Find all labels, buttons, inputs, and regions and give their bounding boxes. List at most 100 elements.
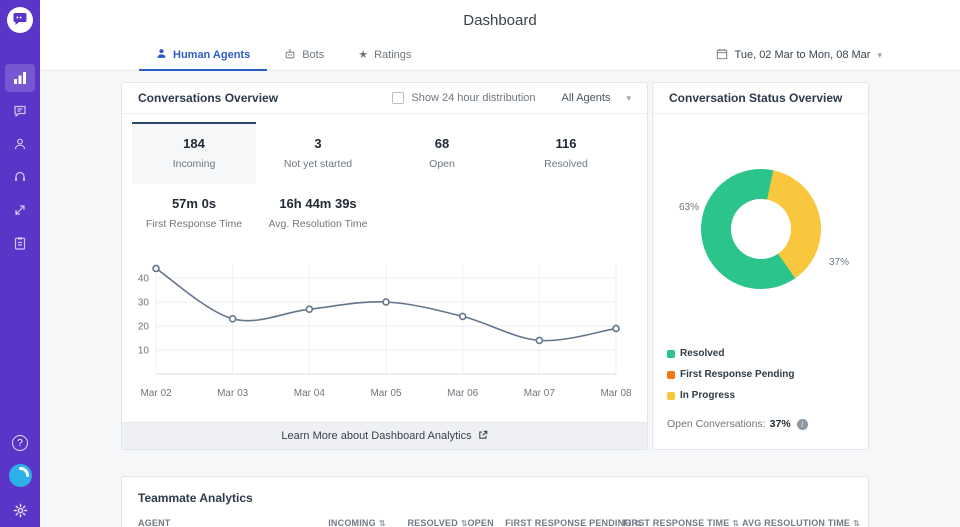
svg-text:Mar 07: Mar 07 [524,388,556,399]
info-glyph: i [801,420,803,429]
legend-item-resolved: Resolved [667,348,724,359]
column-label: RESOLVED [407,518,457,527]
column-first-response-pending[interactable]: FIRST RESPONSE PENDING ⇅ [505,518,623,527]
main-area: Dashboard Human Agents Bots ★ Ratings Tu… [40,0,960,527]
legend-label: In Progress [680,390,735,401]
show-24h-checkbox-group[interactable]: Show 24 hour distribution [392,92,535,104]
sidebar-item-analytics[interactable] [0,61,40,94]
stat-not-yet-started[interactable]: 3 Not yet started [256,122,380,184]
chat-bubble-icon [5,97,35,125]
user-avatar[interactable] [9,464,32,490]
open-conversations-label: Open Conversations: [667,418,766,430]
stat-resolved[interactable]: 116 Resolved [504,122,628,184]
tab-ratings[interactable]: ★ Ratings [341,40,428,70]
open-conversations-row: Open Conversations: 37% i [667,418,854,430]
sidebar-nav [0,61,40,259]
sidebar-item-conversations[interactable] [0,94,40,127]
legend-item-in-progress: In Progress [667,390,735,401]
donut-left-pct: 63% [679,202,699,213]
stat-value: 57m 0s [132,196,256,211]
sidebar-item-contacts[interactable] [0,127,40,160]
person-icon [5,130,35,158]
clipboard-icon [5,229,35,257]
column-first-response-time[interactable]: FIRST RESPONSE TIME ⇅ [623,518,742,527]
question-glyph: ? [17,438,23,449]
open-conversations-value: 37% [770,418,791,430]
app-logo[interactable] [7,7,33,33]
tab-bots[interactable]: Bots [267,40,341,70]
svg-text:Mar 08: Mar 08 [600,388,631,399]
date-range-text: Tue, 02 Mar to Mon, 08 Mar [735,49,871,61]
column-open: OPEN [467,518,505,527]
donut-chart-svg [686,154,836,304]
info-icon[interactable]: i [797,419,808,430]
learn-more-link[interactable]: Learn More about Dashboard Analytics [122,422,647,449]
tab-label: Ratings [374,49,411,61]
status-donut-chart: 63% 37% [653,154,868,304]
stat-value: 116 [504,136,628,151]
svg-text:Mar 06: Mar 06 [447,388,479,399]
sidebar-item-reports[interactable] [0,226,40,259]
legend-swatch-first-response-pending [667,371,675,379]
tabs-bar: Human Agents Bots ★ Ratings Tue, 02 Mar … [40,40,960,71]
column-resolved[interactable]: RESOLVED ⇅ [407,518,467,527]
arrows-icon [5,196,35,224]
date-range-picker[interactable]: Tue, 02 Mar to Mon, 08 Mar ▾ [716,40,882,70]
page-title: Dashboard [463,12,536,29]
stat-value: 68 [380,136,504,151]
stat-avg-resolution-time: 16h 44m 39s Avg. Resolution Time [256,196,380,230]
card-title: Conversations Overview [138,91,278,105]
sidebar-item-support[interactable] [0,160,40,193]
conversation-status-header: Conversation Status Overview [653,83,868,114]
sidebar-item-campaigns[interactable] [0,193,40,226]
teammate-table-header: AGENT INCOMING ⇅ RESOLVED ⇅ OPEN FIRST R… [122,518,868,527]
stat-open[interactable]: 68 Open [380,122,504,184]
teammate-analytics-card: Teammate Analytics AGENT INCOMING ⇅ RESO… [121,476,869,527]
svg-text:10: 10 [138,346,150,357]
svg-text:Mar 02: Mar 02 [140,388,172,399]
learn-more-label: Learn More about Dashboard Analytics [281,430,471,442]
column-label: FIRST RESPONSE PENDING [505,518,631,527]
app-sidebar: ? [0,0,40,527]
card-title: Conversation Status Overview [669,91,842,105]
stat-label: Not yet started [256,158,380,170]
svg-text:Mar 05: Mar 05 [370,388,402,399]
tab-human-agents[interactable]: Human Agents [139,40,267,70]
sort-icon[interactable]: ⇅ [853,519,860,527]
calendar-icon [716,48,728,63]
external-link-icon [478,430,488,443]
legend-swatch-resolved [667,350,675,358]
column-label: OPEN [467,518,493,527]
show-24h-checkbox[interactable] [392,92,404,104]
settings-gear-icon[interactable] [13,503,28,521]
time-stats-row: 57m 0s First Response Time 16h 44m 39s A… [122,184,647,230]
column-label: INCOMING [328,518,376,527]
stat-label: Open [380,158,504,170]
dashboard-content: Conversations Overview Show 24 hour dist… [40,71,960,527]
sidebar-bottom: ? [0,435,40,521]
stat-label: Avg. Resolution Time [256,218,380,230]
column-label: AVG RESOLUTION TIME [742,518,850,527]
incoming-line-chart: 10203040Mar 02Mar 03Mar 04Mar 05Mar 06Ma… [126,256,641,407]
tab-label: Bots [302,49,324,61]
help-icon[interactable]: ? [12,435,28,451]
column-avg-resolution-time[interactable]: AVG RESOLUTION TIME ⇅ [742,518,852,527]
stat-value: 184 [132,136,256,151]
column-incoming[interactable]: INCOMING ⇅ [328,518,407,527]
stat-label: Resolved [504,158,628,170]
card-title: Teammate Analytics [122,477,868,505]
show-24h-label: Show 24 hour distribution [411,92,535,104]
sort-icon[interactable]: ⇅ [379,519,386,527]
stat-value: 16h 44m 39s [256,196,380,211]
stat-incoming[interactable]: 184 Incoming [132,122,256,184]
legend-item-first-response-pending: First Response Pending [667,369,794,380]
bot-icon [284,48,296,63]
svg-text:30: 30 [138,298,150,309]
chevron-down-icon: ▾ [877,50,882,61]
stat-label: Incoming [132,158,256,170]
sort-icon[interactable]: ⇅ [732,519,739,527]
agents-filter-dropdown[interactable]: All Agents ▾ [562,92,631,104]
tab-label: Human Agents [173,49,250,61]
legend-swatch-in-progress [667,392,675,400]
agent-person-icon [156,48,167,62]
